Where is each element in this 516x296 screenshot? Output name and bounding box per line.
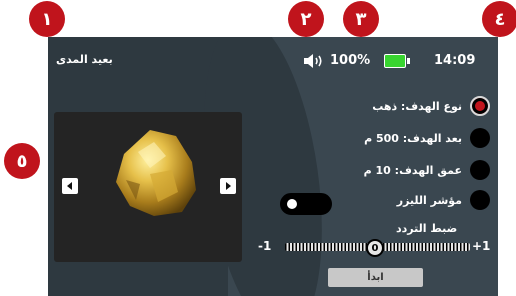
laser-toggle[interactable]: [280, 193, 332, 215]
option-label: بعد الهدف: 500 م: [364, 131, 462, 145]
option-target-type[interactable]: نوع الهدف: ذهب: [372, 96, 490, 116]
battery-icon: [384, 54, 410, 68]
option-label: نوع الهدف: ذهب: [372, 99, 462, 113]
left-arrow-icon: [67, 182, 72, 190]
target-image-viewer: [54, 112, 242, 262]
callout-badge-3: ٣: [343, 1, 379, 37]
mode-label: بعيد المدى: [56, 53, 113, 66]
option-target-depth[interactable]: عمق الهدف: 10 م: [364, 160, 490, 180]
callout-badge-1: ١: [29, 1, 65, 37]
callout-badge-5: ٥: [4, 143, 40, 179]
gold-nugget-image: [116, 130, 196, 216]
callout-badge-2: ٢: [288, 1, 324, 37]
option-laser-pointer[interactable]: مؤشر الليزر: [397, 190, 490, 210]
next-image-button[interactable]: [220, 178, 236, 194]
slider-min-label: -1: [258, 239, 272, 253]
start-button[interactable]: ابدأ: [328, 268, 423, 287]
radio-selected[interactable]: [470, 96, 490, 116]
right-arrow-icon: [226, 182, 231, 190]
radio[interactable]: [470, 128, 490, 148]
speaker-icon[interactable]: [303, 53, 325, 69]
option-label: مؤشر الليزر: [396, 193, 462, 207]
frequency-title: ضبط التردد: [396, 222, 458, 235]
clock-time: 14:09: [434, 53, 476, 68]
option-label: عمق الهدف: 10 م: [363, 163, 462, 177]
callout-badge-4: ٤: [482, 1, 516, 37]
slider-max-label: +1: [472, 239, 491, 253]
option-target-distance[interactable]: بعد الهدف: 500 م: [364, 128, 490, 148]
toggle-knob: [287, 199, 297, 209]
radio[interactable]: [470, 190, 490, 210]
battery-percent: 100%: [330, 53, 371, 68]
previous-image-button[interactable]: [62, 178, 78, 194]
radio[interactable]: [470, 160, 490, 180]
frequency-slider-knob[interactable]: 0: [366, 239, 384, 257]
